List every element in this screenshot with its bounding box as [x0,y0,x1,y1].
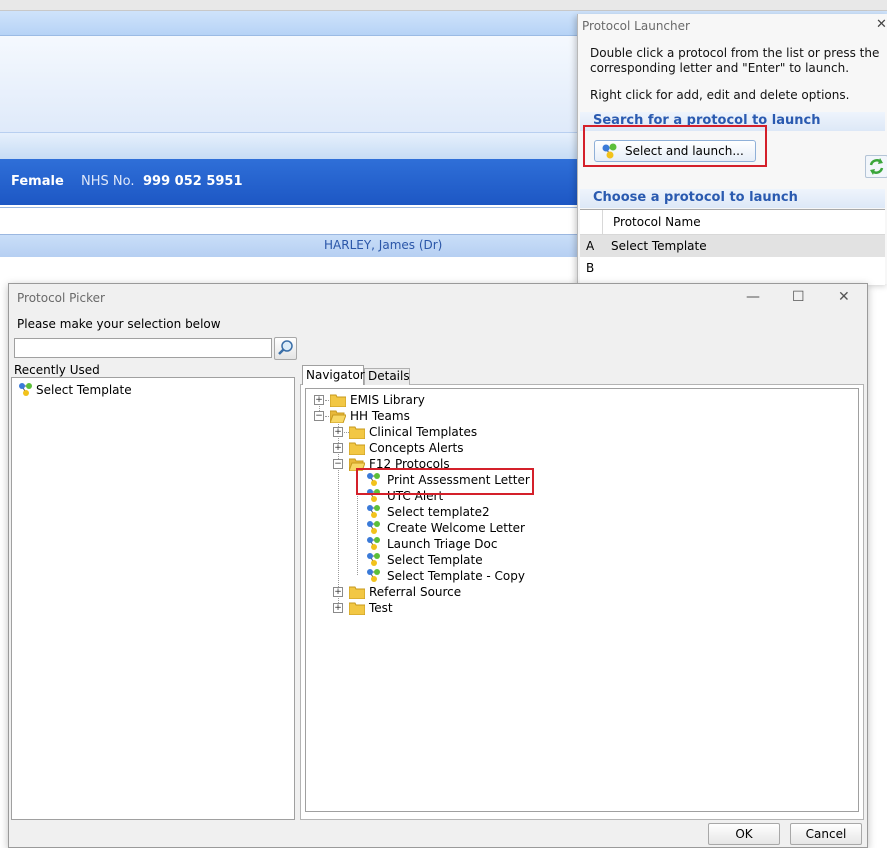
tab-navigator-label: Navigator [306,368,365,382]
minimize-icon[interactable]: — [746,289,760,305]
refresh-button[interactable] [865,155,887,178]
protocol-icon [367,537,380,550]
grid-row[interactable]: A Select Template [580,235,885,257]
protocol-search-input[interactable] [14,338,272,358]
tree-node-label: Select template2 [387,505,490,519]
expand-icon[interactable]: + [314,395,324,405]
protocol-launcher-window: Protocol Launcher ✕ Double click a proto… [577,14,887,285]
expand-icon[interactable]: + [333,603,343,613]
recently-used-label: Recently Used [14,363,100,377]
collapse-icon[interactable]: − [314,411,324,421]
list-item-label: Select Template [36,383,132,397]
recently-used-list: Select Template [11,377,295,820]
choose-section-header: Choose a protocol to launch [580,189,885,208]
folder-open-icon [330,410,346,423]
tab-navigator[interactable]: Navigator [302,365,365,385]
grid-row-key: B [586,261,595,275]
tree-node-label: Launch Triage Doc [387,537,498,551]
highlight-box-select-launch [583,125,767,167]
folder-icon [349,442,365,455]
navigator-tree: + EMIS Library − HH Teams + Clinical Tem… [305,388,859,812]
nhs-number-value: 999 052 5951 [143,174,243,189]
launcher-title: Protocol Launcher [582,19,690,33]
launcher-instructions: Double click a protocol from the list or… [590,46,880,75]
protocol-icon [367,553,380,566]
refresh-icon [869,158,884,175]
tab-details-label: Details [368,369,410,383]
launcher-close-icon[interactable]: ✕ [876,17,887,32]
protocol-grid: Protocol Name A Select Template B [580,209,885,285]
background-titlebar [0,0,887,11]
folder-icon [330,394,346,407]
tree-node-label: Concepts Alerts [369,441,464,455]
highlight-box-print-assessment-letter [356,468,534,495]
expand-icon[interactable]: + [333,427,343,437]
tree-node-label: Select Template - Copy [387,569,525,583]
protocol-icon [367,569,380,582]
tree-node-label: Create Welcome Letter [387,521,525,535]
search-icon [278,340,293,355]
tree-node-label: Referral Source [369,585,462,599]
grid-row-name: Select Template [611,239,707,253]
launcher-instructions-2: Right click for add, edit and delete opt… [590,88,850,102]
list-item[interactable]: Select Template [18,382,132,401]
close-icon[interactable]: ✕ [838,289,850,305]
patient-gender: Female [11,174,64,189]
collapse-icon[interactable]: − [333,459,343,469]
protocol-picker-window: Protocol Picker — ☐ ✕ Please make your s… [8,283,868,848]
grid-header: Protocol Name [580,210,885,235]
tab-details[interactable]: Details [364,368,410,385]
grid-row-key: A [586,239,595,253]
protocol-icon [367,521,380,534]
folder-icon [349,602,365,615]
grid-key-column-header [580,210,603,234]
folder-icon [349,426,365,439]
picker-title: Protocol Picker [17,291,105,305]
doctor-name: HARLEY, James (Dr) [324,238,443,252]
tree-node-label: Clinical Templates [369,425,478,439]
protocol-name-column-header[interactable]: Protocol Name [613,215,701,229]
protocol-icon [367,505,380,518]
tree-node-label: Test [369,601,393,615]
cancel-button[interactable]: Cancel [790,823,862,845]
protocol-icon [19,383,32,396]
ok-button[interactable]: OK [708,823,780,845]
expand-icon[interactable]: + [333,587,343,597]
picker-prompt: Please make your selection below [17,317,221,331]
tree-node-label: HH Teams [350,409,410,423]
grid-row[interactable]: B [580,257,885,279]
choose-section-title: Choose a protocol to launch [593,190,798,205]
expand-icon[interactable]: + [333,443,343,453]
folder-icon [349,586,365,599]
tree-node-label: EMIS Library [350,393,425,407]
tree-node-label: Select Template [387,553,483,567]
maximize-icon[interactable]: ☐ [792,289,805,305]
search-button[interactable] [274,337,297,360]
nhs-number-label: NHS No. [81,174,135,189]
